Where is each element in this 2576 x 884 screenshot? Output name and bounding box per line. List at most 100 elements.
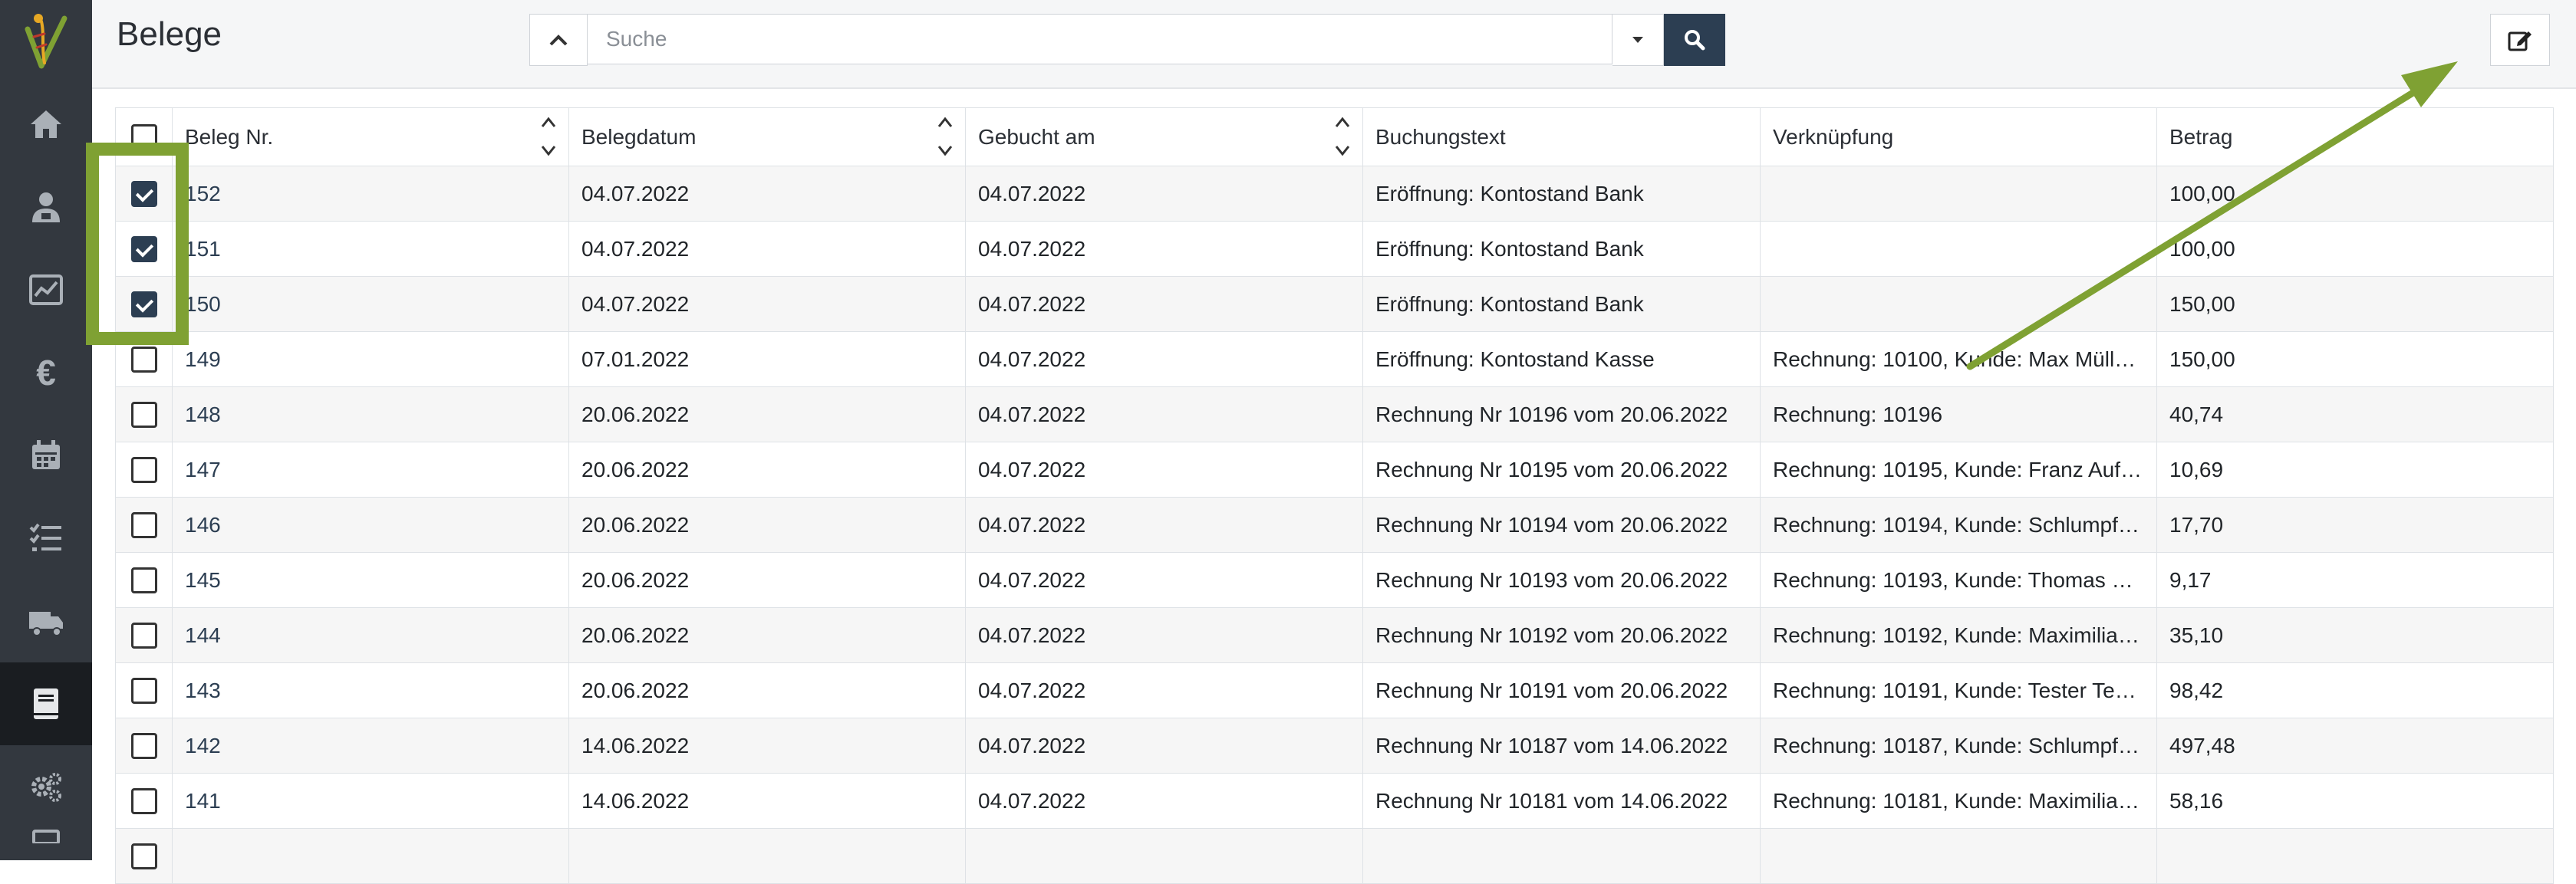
row-checkbox[interactable] [130,677,157,704]
table-row[interactable]: 149 07.01.2022 04.07.2022 Eröffnung: Kontos… [115,331,2554,387]
table-row[interactable]: 150 04.07.2022 04.07.2022 Eröffnung: Kontos… [115,276,2554,332]
cell-beleg-nr[interactable] [172,828,569,884]
row-checkbox[interactable] [130,235,157,262]
table-row[interactable]: 146 20.06.2022 04.07.2022 Rechnung Nr 10194… [115,497,2554,553]
row-checkbox[interactable] [130,346,157,373]
cell-beleg-nr[interactable]: 145 [172,552,569,608]
cell-gebucht-am: 04.07.2022 [965,607,1363,663]
chevron-up-icon [549,35,568,46]
column-label: Buchungstext [1375,124,1506,149]
column-header-buchungstext[interactable]: Buchungstext [1362,107,1761,166]
cell-betrag: 40,74 [2156,386,2554,442]
row-select-cell [115,497,173,553]
row-checkbox[interactable] [130,732,157,759]
column-header-belegdatum[interactable]: Belegdatum [568,107,966,166]
collapse-button[interactable] [529,14,588,66]
cell-beleg-nr[interactable]: 142 [172,718,569,774]
cell-gebucht-am: 04.07.2022 [965,552,1363,608]
cell-beleg-nr[interactable]: 147 [172,442,569,498]
row-checkbox[interactable] [130,567,157,593]
nav-reports[interactable] [0,248,92,331]
nav-belege[interactable] [0,662,92,745]
nav-home[interactable] [0,83,92,166]
search-input[interactable] [588,14,1612,64]
table-row[interactable]: 147 20.06.2022 04.07.2022 Rechnung Nr 10195… [115,442,2554,498]
cell-beleg-nr[interactable]: 144 [172,607,569,663]
row-checkbox[interactable] [130,843,157,869]
cell-belegdatum [568,828,966,884]
table-row[interactable]: 142 14.06.2022 04.07.2022 Rechnung Nr 10187… [115,718,2554,774]
table-row[interactable]: 151 04.07.2022 04.07.2022 Eröffnung: Kontos… [115,221,2554,277]
cell-beleg-nr[interactable]: 141 [172,773,569,829]
nav-tasks[interactable] [0,497,92,580]
cell-betrag: 150,00 [2156,276,2554,332]
cell-gebucht-am [965,828,1363,884]
sidebar: € [0,0,92,860]
cell-beleg-nr[interactable]: 146 [172,497,569,553]
cell-belegdatum: 20.06.2022 [568,552,966,608]
nav-users[interactable] [0,166,92,248]
cell-belegdatum: 20.06.2022 [568,442,966,498]
cell-beleg-nr[interactable]: 148 [172,386,569,442]
cell-buchungstext: Rechnung Nr 10195 vom 20.06.2022 [1362,442,1761,498]
cell-buchungstext: Rechnung Nr 10187 vom 14.06.2022 [1362,718,1761,774]
cell-gebucht-am: 04.07.2022 [965,718,1363,774]
search-options-dropdown[interactable] [1612,14,1664,66]
cell-gebucht-am: 04.07.2022 [965,662,1363,718]
sort-icon[interactable] [1333,111,1352,162]
select-all-checkbox[interactable] [130,123,157,150]
nav-delivery[interactable] [0,580,92,662]
row-checkbox[interactable] [130,291,157,317]
cell-verknuepfung: Rechnung: 10193, Kunde: Thomas Sc… [1760,552,2157,608]
column-header-beleg-nr[interactable]: Beleg Nr. [172,107,569,166]
edit-button[interactable] [2490,14,2550,66]
column-header-gebucht-am[interactable]: Gebucht am [965,107,1363,166]
row-checkbox[interactable] [130,456,157,483]
column-header-betrag[interactable]: Betrag [2156,107,2554,166]
table-row[interactable]: 152 04.07.2022 04.07.2022 Eröffnung: Kontos… [115,166,2554,222]
row-select-cell [115,442,173,498]
app-logo[interactable] [11,6,81,77]
table-row[interactable]: 148 20.06.2022 04.07.2022 Rechnung Nr 10196… [115,386,2554,442]
cell-buchungstext: Rechnung Nr 10193 vom 20.06.2022 [1362,552,1761,608]
sort-icon[interactable] [936,111,954,162]
row-select-cell [115,386,173,442]
row-checkbox[interactable] [130,787,157,814]
row-checkbox[interactable] [130,401,157,428]
row-checkbox[interactable] [130,511,157,538]
column-label: Gebucht am [978,124,1095,149]
search-button[interactable] [1664,14,1725,66]
column-header-verknuepfung[interactable]: Verknüpfung [1760,107,2157,166]
cell-gebucht-am: 04.07.2022 [965,442,1363,498]
row-checkbox[interactable] [130,622,157,649]
table-row[interactable]: 141 14.06.2022 04.07.2022 Rechnung Nr 10181… [115,773,2554,829]
search-icon [1685,30,1705,51]
nav-finance[interactable]: € [0,331,92,414]
table-row[interactable]: 145 20.06.2022 04.07.2022 Rechnung Nr 10193… [115,552,2554,608]
table-row[interactable] [115,828,2554,884]
nav-settings[interactable] [0,745,92,828]
row-checkbox[interactable] [130,180,157,207]
cell-beleg-nr[interactable]: 152 [172,166,569,222]
nav-calendar[interactable] [0,414,92,497]
cell-gebucht-am: 04.07.2022 [965,773,1363,829]
caret-down-icon [1632,37,1643,43]
euro-icon: € [36,353,56,393]
cell-buchungstext: Rechnung Nr 10191 vom 20.06.2022 [1362,662,1761,718]
nav-more[interactable] [0,828,92,860]
cell-belegdatum: 04.07.2022 [568,276,966,332]
cell-betrag: 100,00 [2156,221,2554,277]
cell-verknuepfung [1760,166,2157,222]
sort-icon[interactable] [539,111,558,162]
cell-beleg-nr[interactable]: 149 [172,331,569,387]
cell-verknuepfung: Rechnung: 10191, Kunde: Tester Test… [1760,662,2157,718]
cell-beleg-nr[interactable]: 143 [172,662,569,718]
row-select-cell [115,166,173,222]
row-select-cell [115,221,173,277]
table-row[interactable]: 143 20.06.2022 04.07.2022 Rechnung Nr 10191… [115,662,2554,718]
cell-buchungstext: Eröffnung: Kontostand Bank [1362,276,1761,332]
cell-beleg-nr[interactable]: 150 [172,276,569,332]
table-row[interactable]: 144 20.06.2022 04.07.2022 Rechnung Nr 10192… [115,607,2554,663]
cell-belegdatum: 20.06.2022 [568,662,966,718]
cell-beleg-nr[interactable]: 151 [172,221,569,277]
